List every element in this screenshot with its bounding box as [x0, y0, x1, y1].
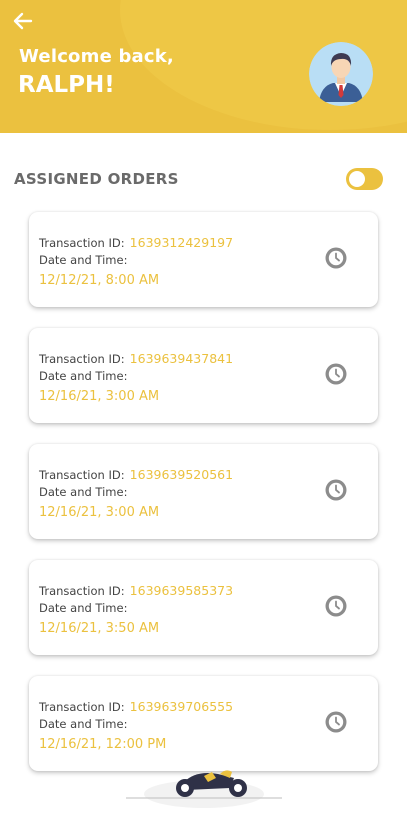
date-time-label: Date and Time: — [39, 717, 128, 731]
transaction-id-row: Transaction ID: 1639639706555 — [39, 696, 233, 715]
date-time-value: 12/16/21, 3:00 AM — [39, 505, 160, 520]
transaction-id-label: Transaction ID: — [39, 352, 125, 366]
transaction-id-value: 1639639520561 — [129, 467, 234, 482]
welcome-text: Welcome back, — [19, 46, 174, 67]
timer-icon[interactable] — [324, 246, 348, 270]
date-time-value: 12/12/21, 8:00 AM — [39, 273, 160, 288]
order-card[interactable]: Transaction ID: 1639639585373 Date and Ti… — [29, 560, 378, 655]
date-time-label: Date and Time: — [39, 253, 128, 267]
transaction-id-value: 1639639585373 — [129, 583, 234, 598]
date-time-label: Date and Time: — [39, 369, 128, 383]
transaction-id-label: Transaction ID: — [39, 700, 125, 714]
date-time-label: Date and Time: — [39, 485, 128, 499]
assigned-orders-title: ASSIGNED ORDERS — [14, 170, 179, 188]
timer-icon[interactable] — [324, 362, 348, 386]
arrow-left-icon — [13, 12, 33, 30]
timer-icon[interactable] — [324, 594, 348, 618]
date-time-value: 12/16/21, 3:50 AM — [39, 621, 160, 636]
user-avatar-icon — [309, 42, 373, 106]
username: RALPH! — [18, 72, 115, 98]
delivery-scooter-icon — [126, 770, 282, 808]
transaction-id-row: Transaction ID: 1639639585373 — [39, 580, 233, 599]
header: Welcome back, RALPH! — [0, 0, 407, 133]
transaction-id-value: 1639639437841 — [129, 351, 234, 366]
order-card[interactable]: Transaction ID: 1639312429197 Date and Ti… — [29, 212, 378, 307]
order-card[interactable]: Transaction ID: 1639639437841 Date and Ti… — [29, 328, 378, 423]
transaction-id-label: Transaction ID: — [39, 236, 125, 250]
transaction-id-value: 1639639706555 — [129, 699, 234, 714]
date-time-label: Date and Time: — [39, 601, 128, 615]
date-time-value: 12/16/21, 3:00 AM — [39, 389, 160, 404]
transaction-id-row: Transaction ID: 1639312429197 — [39, 232, 233, 251]
avatar[interactable] — [309, 42, 373, 106]
transaction-id-value: 1639312429197 — [129, 235, 234, 250]
scooter-illustration — [126, 768, 282, 814]
toggle-knob — [349, 171, 365, 187]
date-time-value: 12/16/21, 12:00 PM — [39, 737, 167, 752]
transaction-id-row: Transaction ID: 1639639520561 — [39, 464, 233, 483]
back-button[interactable] — [10, 8, 36, 34]
timer-icon[interactable] — [324, 478, 348, 502]
order-card[interactable]: Transaction ID: 1639639520561 Date and Ti… — [29, 444, 378, 539]
timer-icon[interactable] — [324, 710, 348, 734]
transaction-id-label: Transaction ID: — [39, 468, 125, 482]
transaction-id-row: Transaction ID: 1639639437841 — [39, 348, 233, 367]
order-card[interactable]: Transaction ID: 1639639706555 Date and Ti… — [29, 676, 378, 771]
orders-toggle[interactable] — [346, 168, 383, 190]
transaction-id-label: Transaction ID: — [39, 584, 125, 598]
